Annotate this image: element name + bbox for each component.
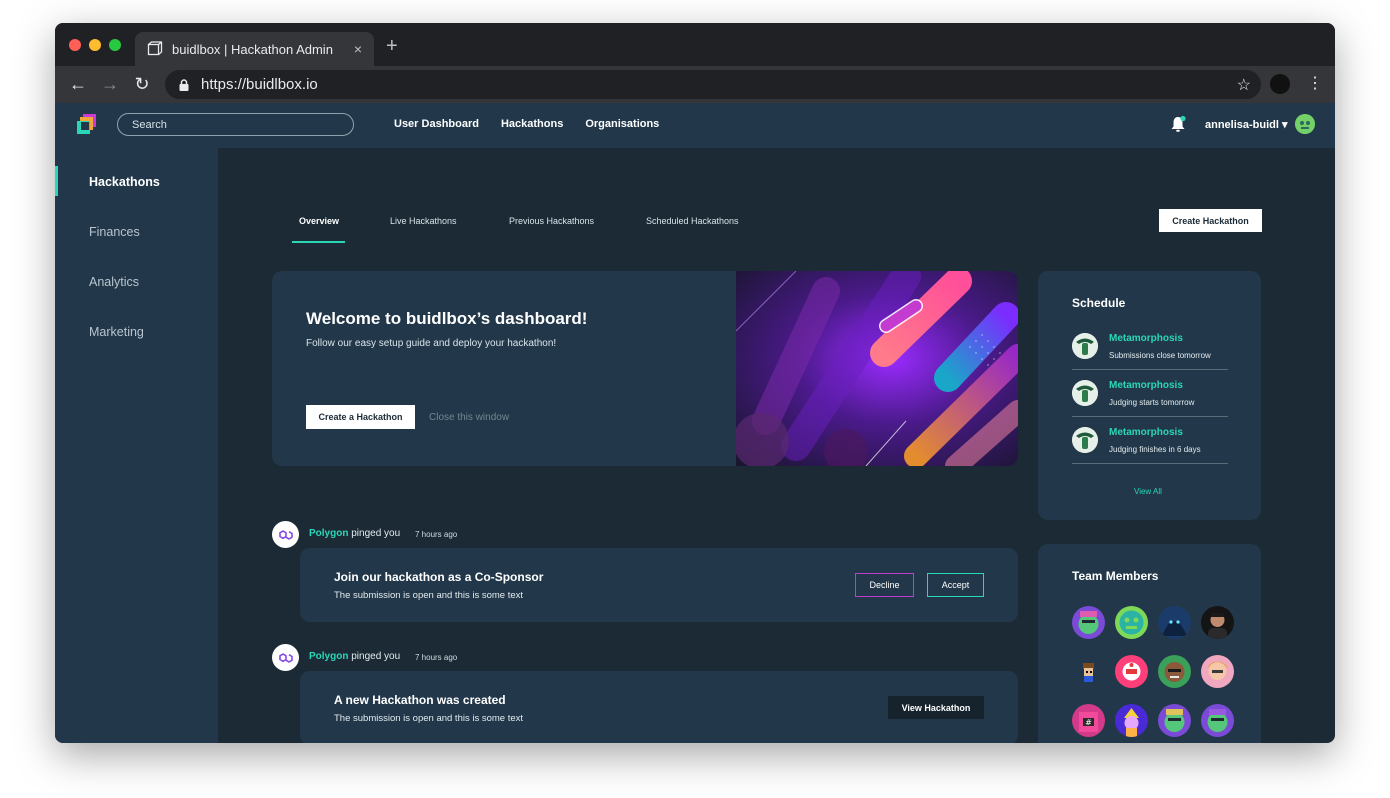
buidlbox-logo[interactable] — [76, 113, 98, 135]
decline-button[interactable]: Decline — [855, 573, 914, 597]
team-member-avatar[interactable] — [1115, 704, 1148, 737]
ping-action: pinged you — [348, 528, 401, 539]
tab-close-icon[interactable]: × — [354, 41, 362, 57]
close-window-link[interactable]: Close this window — [429, 412, 509, 423]
browser-menu-icon[interactable]: ⋮ — [1307, 74, 1323, 94]
browser-tab[interactable]: buidlbox | Hackathon Admin × — [135, 32, 374, 66]
ping-message: Polygon pinged you — [309, 651, 400, 662]
schedule-card: Schedule Metamorphosis Submissions close… — [1038, 271, 1261, 520]
polygon-avatar — [272, 644, 299, 671]
schedule-item-name: Metamorphosis — [1109, 333, 1183, 344]
top-nav: User Dashboard Hackathons Organisations — [394, 118, 659, 130]
zoom-window-button[interactable] — [109, 39, 121, 51]
sidebar-item-analytics[interactable]: Analytics — [89, 275, 139, 289]
tab-scheduled-hackathons[interactable]: Scheduled Hackathons — [646, 216, 739, 226]
tab-live-hackathons[interactable]: Live Hackathons — [390, 216, 457, 226]
notification-card: Join our hackathon as a Co-Sponsor The s… — [300, 548, 1018, 622]
search-input[interactable] — [117, 113, 354, 136]
sidebar-active-indicator — [55, 166, 58, 196]
team-member-avatar[interactable] — [1158, 655, 1191, 688]
ping-action: pinged you — [348, 651, 401, 662]
team-member-avatar[interactable] — [1115, 655, 1148, 688]
lock-icon — [179, 78, 189, 91]
reload-icon[interactable]: ↻ — [131, 73, 153, 95]
tab-title: buidlbox | Hackathon Admin — [172, 41, 333, 57]
create-a-hackathon-button[interactable]: Create a Hackathon — [306, 405, 415, 429]
schedule-item[interactable]: Metamorphosis Submissions close tomorrow — [1072, 330, 1228, 370]
schedule-item-detail: Submissions close tomorrow — [1109, 351, 1211, 360]
back-icon[interactable]: ← — [67, 73, 89, 95]
new-tab-button[interactable]: + — [386, 36, 398, 56]
schedule-item-detail: Judging starts tomorrow — [1109, 398, 1195, 407]
notification-body: The submission is open and this is some … — [334, 713, 524, 724]
cube-icon — [147, 41, 163, 56]
schedule-item-name: Metamorphosis — [1109, 427, 1183, 438]
team-member-avatar[interactable]: # — [1072, 704, 1105, 737]
team-member-avatar[interactable] — [1201, 704, 1234, 737]
sidebar-item-hackathons[interactable]: Hackathons — [89, 175, 160, 189]
forward-icon[interactable]: → — [99, 73, 121, 95]
hero-illustration — [736, 271, 1018, 466]
ping-time: 7 hours ago — [415, 653, 458, 662]
user-menu[interactable]: annelisa-buidl ▾ — [1205, 118, 1288, 131]
ping-sender[interactable]: Polygon — [309, 651, 348, 662]
team-member-avatar[interactable] — [1072, 655, 1105, 688]
polygon-avatar — [272, 521, 299, 548]
close-window-button[interactable] — [69, 39, 81, 51]
welcome-card: Welcome to buidlbox’s dashboard! Follow … — [272, 271, 1018, 466]
app-header: User Dashboard Hackathons Organisations … — [55, 103, 1335, 148]
welcome-subtitle: Follow our easy setup guide and deploy y… — [306, 338, 557, 349]
notification-card: A new Hackathon was created The submissi… — [300, 671, 1018, 743]
schedule-item-detail: Judging finishes in 6 days — [1109, 445, 1201, 454]
nav-hackathons[interactable]: Hackathons — [501, 118, 563, 130]
welcome-title: Welcome to buidlbox’s dashboard! — [306, 309, 588, 328]
polygon-icon — [278, 529, 293, 540]
sidebar-item-finances[interactable]: Finances — [89, 225, 140, 239]
notification-body: The submission is open and this is some … — [334, 590, 524, 601]
tab-active-underline — [292, 241, 345, 243]
url-text: https://buidlbox.io — [201, 76, 318, 93]
schedule-item-name: Metamorphosis — [1109, 380, 1183, 391]
schedule-item[interactable]: Metamorphosis Judging starts tomorrow — [1072, 377, 1228, 417]
svg-text:#: # — [1085, 718, 1092, 727]
minimize-window-button[interactable] — [89, 39, 101, 51]
tab-overview[interactable]: Overview — [299, 216, 339, 226]
browser-toolbar: ← → ↻ https://buidlbox.io ☆ ⋮ — [55, 66, 1335, 103]
hackathon-icon — [1072, 427, 1098, 453]
ping-time: 7 hours ago — [415, 530, 458, 539]
address-bar[interactable]: https://buidlbox.io ☆ — [165, 70, 1261, 99]
view-hackathon-button[interactable]: View Hackathon — [888, 696, 984, 719]
accept-button[interactable]: Accept — [927, 573, 984, 597]
browser-window: buidlbox | Hackathon Admin × + ← → ↻ htt… — [55, 23, 1335, 743]
schedule-item[interactable]: Metamorphosis Judging finishes in 6 days — [1072, 424, 1228, 464]
window-controls — [69, 39, 121, 51]
team-member-avatar[interactable] — [1201, 655, 1234, 688]
bookmark-star-icon[interactable]: ☆ — [1237, 75, 1251, 95]
team-member-avatar[interactable] — [1072, 606, 1105, 639]
browser-profile-avatar[interactable] — [1270, 74, 1290, 94]
team-member-avatar[interactable] — [1115, 606, 1148, 639]
hackathon-icon — [1072, 380, 1098, 406]
team-members-title: Team Members — [1072, 569, 1159, 583]
tab-previous-hackathons[interactable]: Previous Hackathons — [509, 216, 594, 226]
team-member-avatar[interactable] — [1158, 704, 1191, 737]
schedule-title: Schedule — [1072, 296, 1126, 310]
browser-tab-bar: buidlbox | Hackathon Admin × + — [55, 23, 1335, 66]
sidebar-item-marketing[interactable]: Marketing — [89, 325, 144, 339]
nav-user-dashboard[interactable]: User Dashboard — [394, 118, 479, 130]
team-member-avatar[interactable] — [1201, 606, 1234, 639]
polygon-icon — [278, 652, 293, 663]
ping-message: Polygon pinged you — [309, 528, 400, 539]
notification-title: A new Hackathon was created — [334, 693, 506, 707]
nav-organisations[interactable]: Organisations — [585, 118, 659, 130]
view-all-link[interactable]: View All — [1134, 487, 1162, 496]
team-member-avatar[interactable] — [1158, 606, 1191, 639]
team-members-card: Team Members # — [1038, 544, 1261, 743]
hackathon-icon — [1072, 333, 1098, 359]
bell-icon[interactable] — [1170, 115, 1186, 133]
user-avatar[interactable] — [1295, 114, 1315, 134]
create-hackathon-button[interactable]: Create Hackathon — [1159, 209, 1262, 232]
ping-sender[interactable]: Polygon — [309, 528, 348, 539]
notification-title: Join our hackathon as a Co-Sponsor — [334, 570, 544, 584]
